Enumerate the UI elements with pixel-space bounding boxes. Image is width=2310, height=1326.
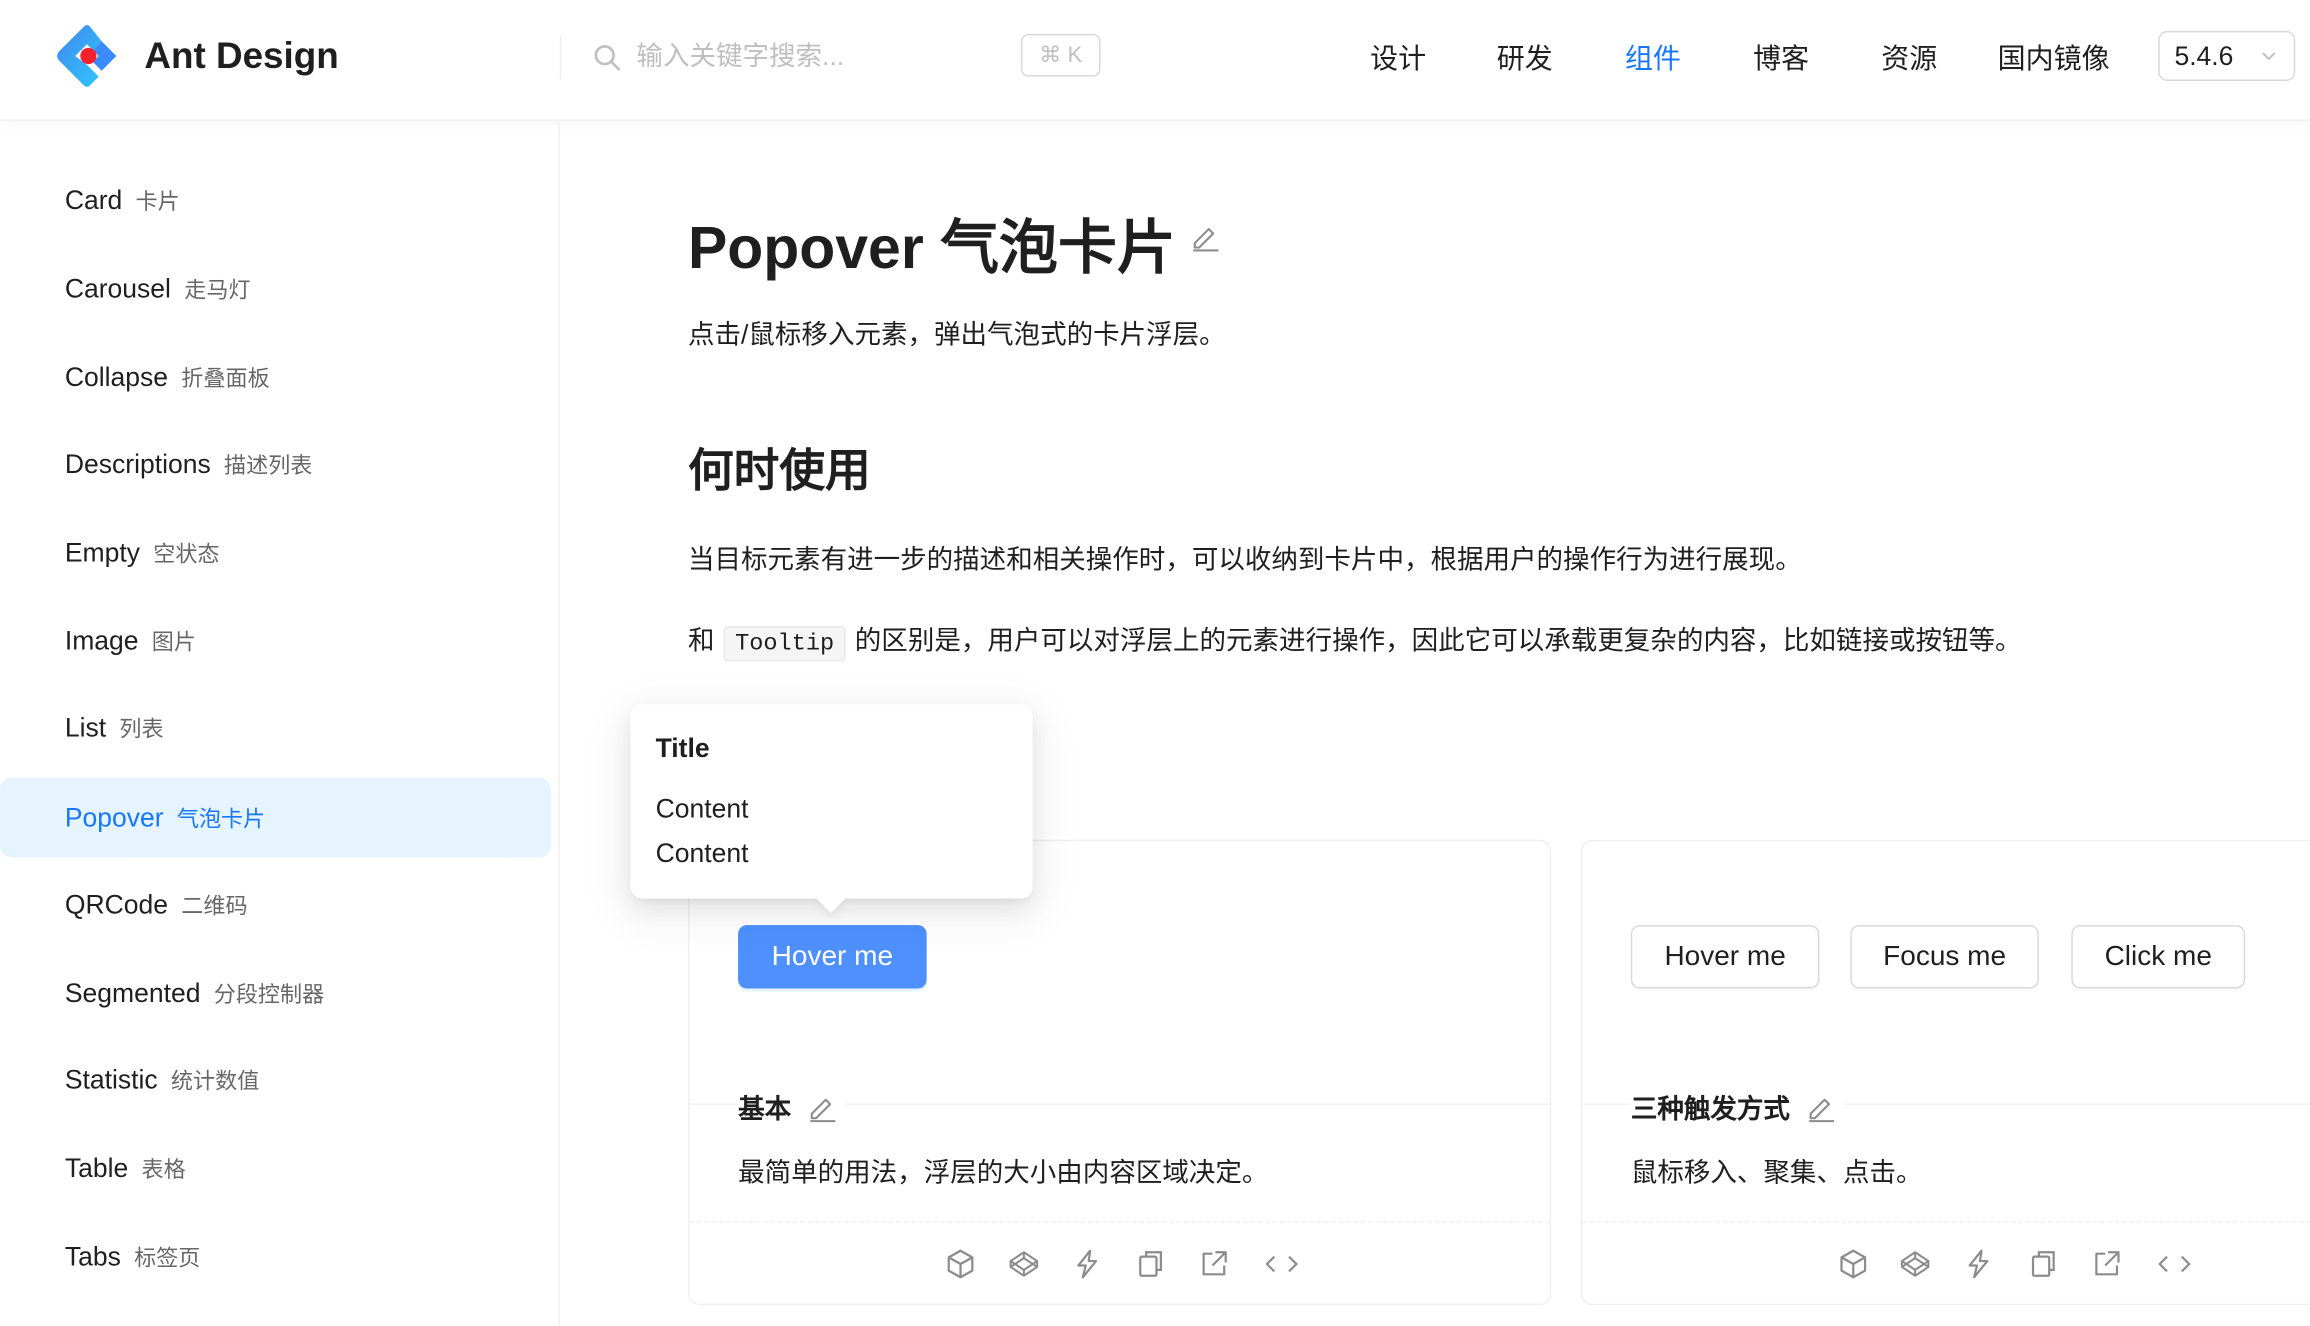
expand-code-icon[interactable] bbox=[1263, 1248, 1301, 1280]
chevron-down-icon bbox=[2262, 52, 2276, 61]
sidebar-item-popover[interactable]: Popover 气泡卡片 bbox=[0, 777, 551, 858]
sidebar-item-segmented[interactable]: Segmented 分段控制器 bbox=[0, 953, 551, 1033]
sidebar-item-cn-label: 图片 bbox=[151, 630, 197, 656]
sidebar-item-cn-label: 标签页 bbox=[134, 1246, 201, 1272]
sidebar-item-empty[interactable]: Empty 空状态 bbox=[0, 513, 551, 593]
sidebar-item-list[interactable]: List 列表 bbox=[0, 688, 551, 768]
expand-code-icon[interactable] bbox=[2155, 1248, 2193, 1280]
sidebar-item-cn-label: 卡片 bbox=[135, 190, 180, 216]
codesandbox-icon[interactable] bbox=[944, 1248, 976, 1280]
text-segment: 和 bbox=[687, 626, 715, 656]
text-segment: 的区别是，用户可以对浮层上的元素进行操作，因此它可以承载更复杂的内容，比如链接或… bbox=[854, 626, 2022, 656]
sidebar-item-label: Tabs bbox=[64, 1241, 121, 1272]
stackblitz-icon[interactable] bbox=[1962, 1248, 1994, 1280]
click-me-button[interactable]: Click me bbox=[2071, 925, 2246, 989]
search-input[interactable] bbox=[636, 29, 1005, 83]
sidebar-item-cn-label: 空状态 bbox=[153, 542, 220, 568]
sidebar-item-carousel[interactable]: Carousel 走马灯 bbox=[0, 249, 551, 329]
sidebar-item-cn-label: 气泡卡片 bbox=[176, 807, 266, 833]
sidebar-item-label: QRCode bbox=[64, 889, 168, 920]
sidebar-item-label: Empty bbox=[64, 537, 140, 568]
demo-actions-divider bbox=[689, 1221, 1550, 1223]
sidebar-item-cn-label: 描述列表 bbox=[223, 453, 313, 479]
sidebar-item-label: Table bbox=[64, 1153, 129, 1183]
popover-content-line: Content bbox=[655, 838, 749, 868]
header-divider bbox=[559, 35, 562, 80]
top-header: Ant Design ⌘ K 设计 研发 组件 博客 资源 国内镜像 5.4.6 bbox=[0, 0, 2310, 121]
demo-card-basic: Hover me 基本 最简单的用法，浮层的大小由内容区域决定。 bbox=[687, 839, 1552, 1306]
demo-card-trigger: Hover me Focus me Click me 三种触发方式 鼠标移入、聚… bbox=[1580, 839, 2310, 1306]
nav-development[interactable]: 研发 bbox=[1497, 37, 1553, 77]
sidebar-item-label: Image bbox=[64, 626, 139, 656]
open-new-window-icon[interactable] bbox=[2090, 1248, 2122, 1280]
search-shortcut-hint: ⌘ K bbox=[1020, 33, 1101, 77]
demo-title: 基本 bbox=[738, 1088, 846, 1127]
demo-title-text: 三种触发方式 bbox=[1630, 1094, 1790, 1125]
popover-title: Title bbox=[655, 733, 710, 764]
search-icon bbox=[594, 45, 621, 71]
component-sidebar: Card 卡片 Carousel 走马灯 Collapse 折叠面板 Descript… bbox=[0, 120, 560, 1326]
sidebar-item-table[interactable]: Table 表格 bbox=[0, 1128, 551, 1208]
sidebar-item-label: Carousel bbox=[64, 274, 171, 304]
sidebar-item-label: Segmented bbox=[64, 978, 201, 1008]
sidebar-item-collapse[interactable]: Collapse 折叠面板 bbox=[0, 337, 551, 417]
page-subtitle: 点击/鼠标移入元素，弹出气泡式的卡片浮层。 bbox=[687, 319, 1226, 350]
codepen-icon[interactable] bbox=[1899, 1248, 1931, 1280]
sidebar-item-qrcode[interactable]: QRCode 二维码 bbox=[0, 865, 551, 945]
sidebar-item-cn-label: 折叠面板 bbox=[181, 366, 270, 392]
sidebar-item-label: Card bbox=[64, 185, 123, 216]
when-paragraph-1: 当目标元素有进一步的描述和相关操作时，可以收纳到卡片中，根据用户的操作行为进行展… bbox=[687, 545, 1802, 575]
sidebar-item-label: Popover bbox=[64, 802, 164, 833]
sidebar-item-cn-label: 统计数值 bbox=[170, 1069, 260, 1095]
page: Ant Design ⌘ K 设计 研发 组件 博客 资源 国内镜像 5.4.6… bbox=[0, 0, 2310, 1326]
section-heading-when-to-use: 何时使用 bbox=[687, 444, 871, 497]
demo-description: 最简单的用法，浮层的大小由内容区域决定。 bbox=[738, 1157, 1269, 1188]
edit-icon[interactable] bbox=[1806, 1093, 1835, 1123]
nav-resources[interactable]: 资源 bbox=[1881, 37, 1937, 77]
edit-icon[interactable] bbox=[1190, 222, 1219, 252]
open-new-window-icon[interactable] bbox=[1198, 1248, 1230, 1280]
ant-design-logo[interactable] bbox=[53, 22, 121, 90]
sidebar-item-image[interactable]: Image 图片 bbox=[0, 601, 551, 681]
sidebar-item-card[interactable]: Card 卡片 bbox=[0, 161, 551, 241]
demo-title: 三种触发方式 bbox=[1630, 1088, 1845, 1127]
copy-icon[interactable] bbox=[1134, 1248, 1166, 1280]
sidebar-item-label: Descriptions bbox=[64, 449, 211, 479]
codesandbox-icon[interactable] bbox=[1837, 1248, 1869, 1280]
demo-actions-divider bbox=[1582, 1221, 2310, 1223]
hover-me-button[interactable]: Hover me bbox=[1630, 925, 1820, 989]
page-title: Popover 气泡卡片 bbox=[687, 216, 1176, 282]
popover-content-line: Content bbox=[655, 794, 749, 824]
version-value: 5.4.6 bbox=[2174, 41, 2234, 71]
sidebar-item-cn-label: 二维码 bbox=[181, 894, 248, 920]
when-paragraph-2: 和 Tooltip 的区别是，用户可以对浮层上的元素进行操作，因此它可以承载更复杂的… bbox=[687, 620, 2022, 662]
codepen-icon[interactable] bbox=[1008, 1248, 1040, 1280]
sidebar-item-label: Statistic bbox=[64, 1065, 158, 1095]
nav-blog[interactable]: 博客 bbox=[1753, 37, 1809, 77]
brand-name[interactable]: Ant Design bbox=[144, 35, 338, 78]
copy-icon[interactable] bbox=[2027, 1248, 2059, 1280]
sidebar-item-cn-label: 列表 bbox=[119, 717, 164, 743]
demo-title-text: 基本 bbox=[738, 1094, 792, 1125]
sidebar-item-cn-label: 分段控制器 bbox=[213, 982, 325, 1008]
edit-icon[interactable] bbox=[807, 1093, 836, 1123]
sidebar-item-cn-label: 表格 bbox=[141, 1157, 186, 1183]
hover-me-button[interactable]: Hover me bbox=[738, 925, 927, 989]
nav-components[interactable]: 组件 bbox=[1625, 37, 1681, 77]
tooltip-code: Tooltip bbox=[723, 626, 846, 662]
nav-design[interactable]: 设计 bbox=[1370, 37, 1426, 77]
popover-overlay: Title Content Content bbox=[630, 704, 1033, 914]
sidebar-item-tabs[interactable]: Tabs 标签页 bbox=[0, 1217, 551, 1297]
sidebar-item-label: Collapse bbox=[64, 362, 169, 392]
sidebar-item-statistic[interactable]: Statistic 统计数值 bbox=[0, 1040, 551, 1120]
sidebar-item-cn-label: 走马灯 bbox=[184, 278, 251, 304]
nav-mirror[interactable]: 国内镜像 bbox=[1998, 37, 2110, 77]
focus-me-button[interactable]: Focus me bbox=[1850, 925, 2039, 989]
version-select[interactable]: 5.4.6 bbox=[2158, 30, 2296, 82]
sidebar-item-descriptions[interactable]: Descriptions 描述列表 bbox=[0, 424, 551, 504]
stackblitz-icon[interactable] bbox=[1071, 1248, 1103, 1280]
sidebar-item-label: List bbox=[64, 713, 107, 743]
demo-description: 鼠标移入、聚集、点击。 bbox=[1630, 1157, 1923, 1188]
